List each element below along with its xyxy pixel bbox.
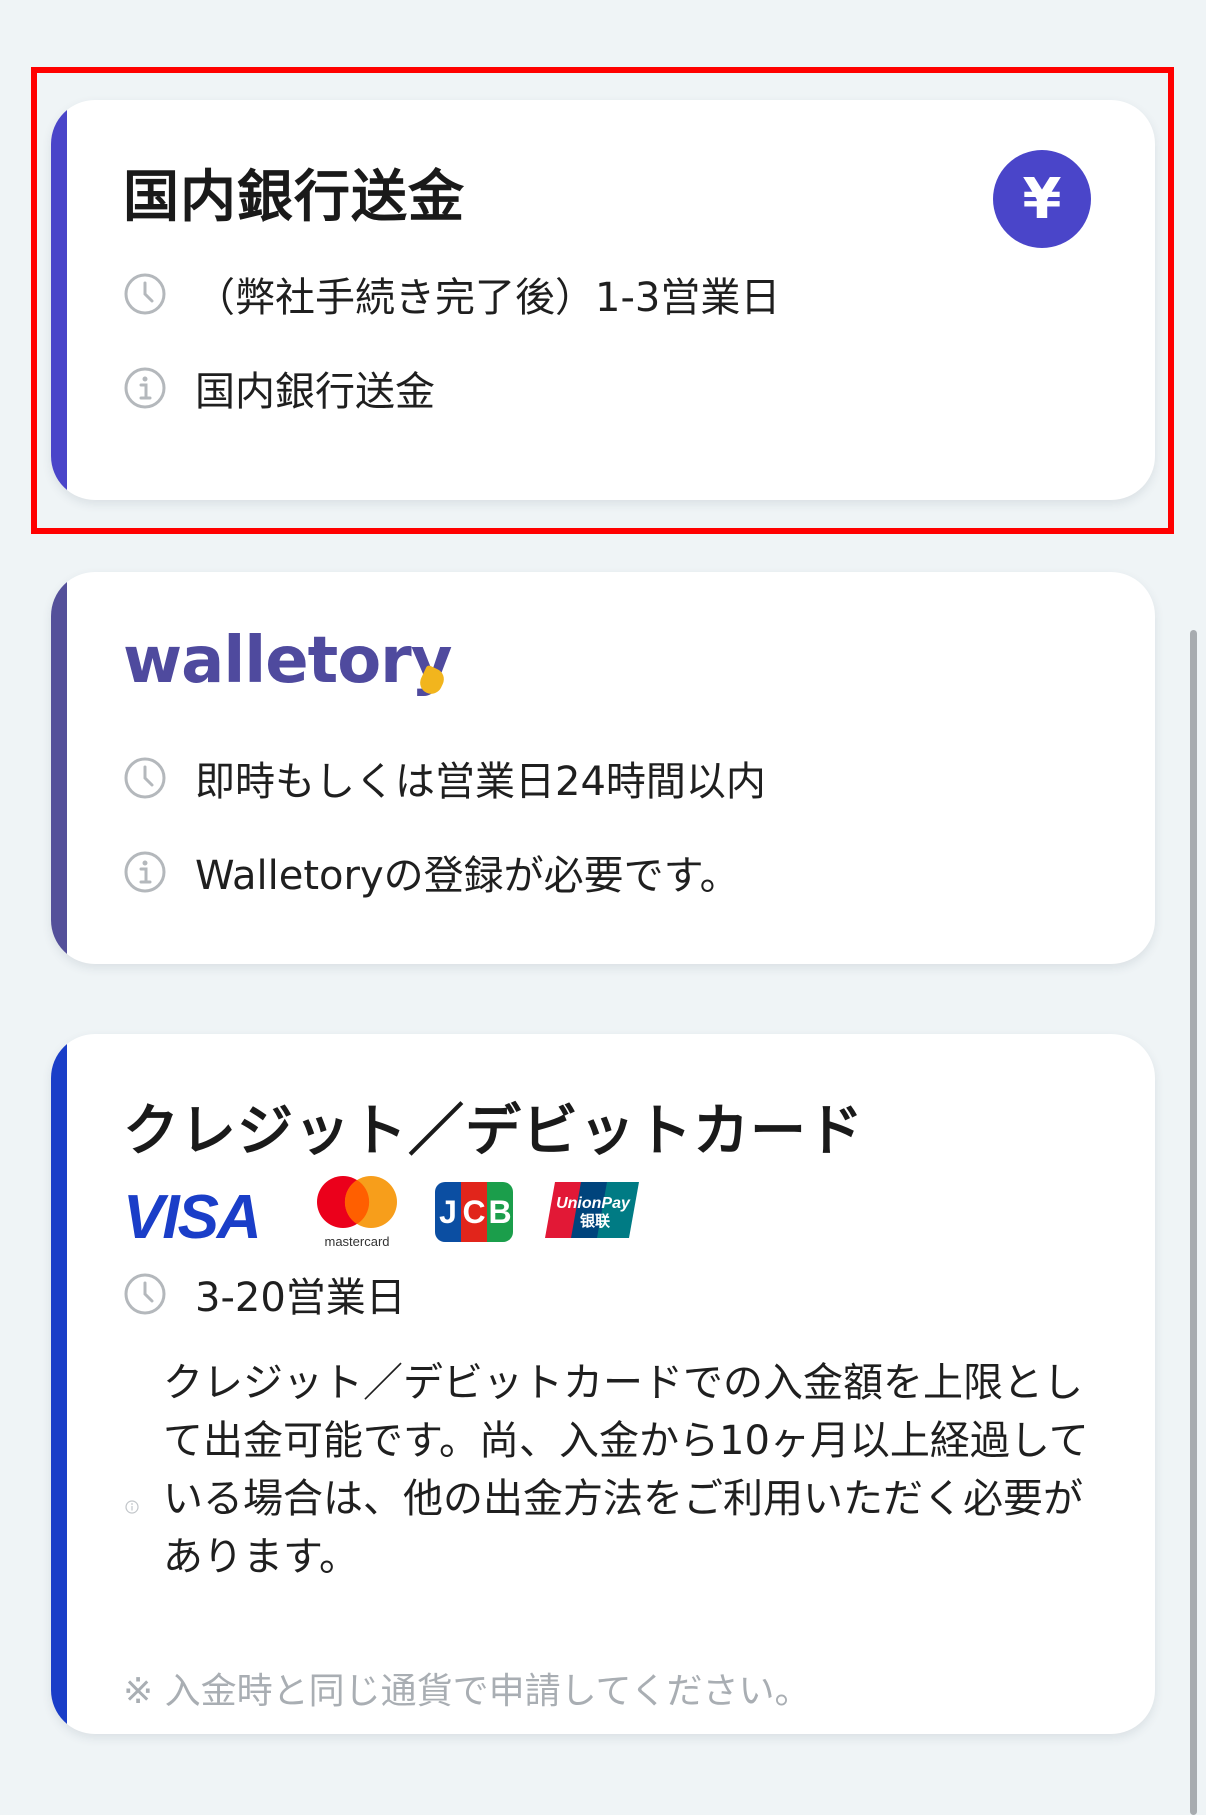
walletory-logo: walletory xyxy=(123,624,452,698)
jcb-letter-c: C xyxy=(461,1182,487,1242)
unionpay-logo: UnionPay 银联 xyxy=(545,1180,639,1240)
unionpay-chinese-wordmark: 银联 xyxy=(580,1212,611,1230)
jcb-logo: J C B xyxy=(435,1182,513,1242)
card-accent-stripe xyxy=(51,1034,67,1734)
credit-debit-card[interactable]: クレジット／デビットカード VISA mastercard J C B Unio… xyxy=(51,1034,1155,1734)
visa-logo: VISA xyxy=(123,1183,262,1252)
currency-note: ※ 入金時と同じ通貨で申請してください。 xyxy=(123,1671,811,1712)
clock-icon xyxy=(123,756,167,800)
scrollbar[interactable] xyxy=(1190,630,1197,1815)
jcb-letter-j: J xyxy=(435,1182,461,1242)
info-icon xyxy=(123,850,167,894)
clock-icon xyxy=(123,1272,167,1316)
unionpay-wordmark: UnionPay xyxy=(556,1195,631,1212)
card-title: クレジット／デビットカード xyxy=(123,1099,864,1164)
mastercard-logo: mastercard xyxy=(311,1174,403,1250)
selection-highlight-box xyxy=(31,67,1174,534)
info-text: Walletoryの登録が必要です。 xyxy=(195,853,740,899)
withdrawal-limit-description: クレジット／デビットカードでの入金額を上限として出金可能です。尚、入金から10ヶ… xyxy=(163,1360,1089,1580)
processing-time-text: 即時もしくは営業日24時間以内 xyxy=(195,759,766,805)
info-row: Walletoryの登録が必要です。 xyxy=(123,846,740,899)
processing-time-row: 3-20営業日 xyxy=(123,1268,406,1321)
walletory-card[interactable]: walletory 即時もしくは営業日24時間以内 Walletoryの登録が必… xyxy=(51,572,1155,964)
info-icon xyxy=(125,1499,139,1514)
processing-time-row: 即時もしくは営業日24時間以内 xyxy=(123,752,766,805)
card-accent-stripe xyxy=(51,572,67,964)
mastercard-wordmark: mastercard xyxy=(324,1234,389,1249)
processing-time-text: 3-20営業日 xyxy=(195,1275,406,1321)
jcb-letter-b: B xyxy=(487,1182,513,1242)
card-brand-logos: VISA mastercard J C B UnionPay 银联 xyxy=(123,1174,683,1252)
